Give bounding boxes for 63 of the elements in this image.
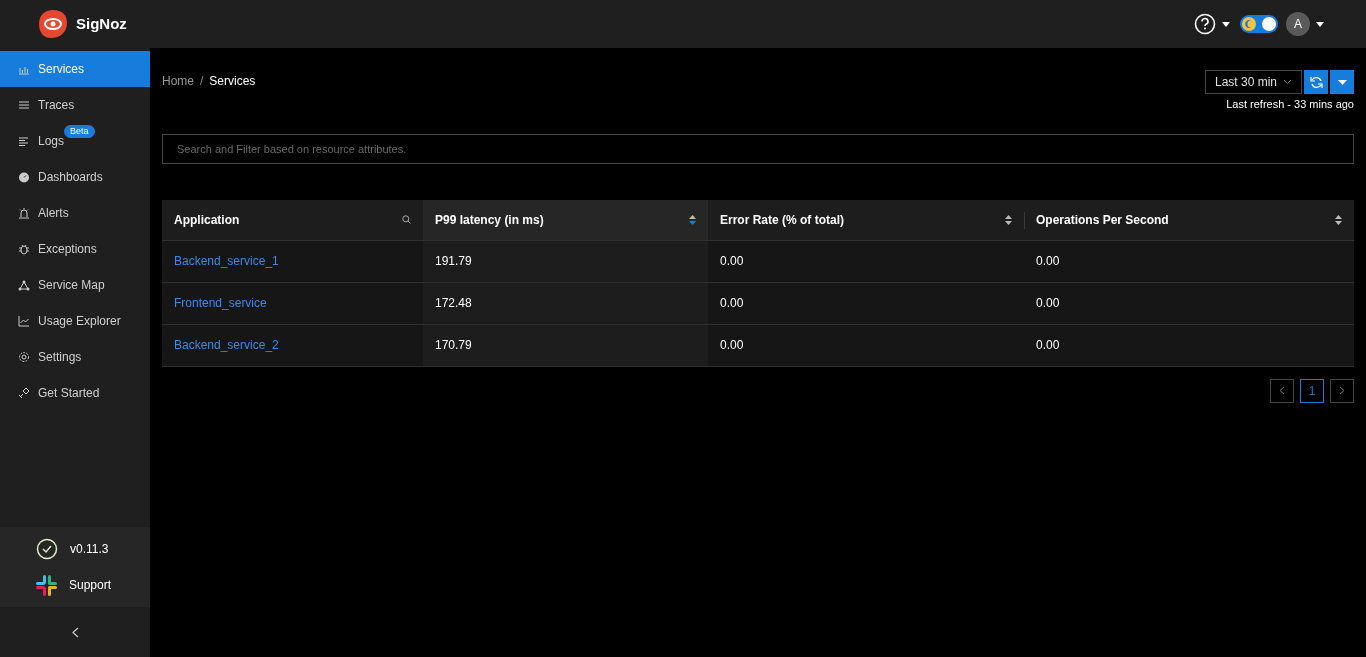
moon-icon — [1242, 17, 1256, 31]
table-cell-text: 0.00 — [1036, 295, 1060, 312]
chevron-icon — [1279, 386, 1285, 395]
table-cell-text: 0.00 — [720, 295, 744, 312]
sort-icon[interactable] — [1005, 214, 1012, 225]
time-range-select[interactable]: Last 30 min — [1204, 70, 1302, 94]
line-chart-icon — [18, 315, 30, 327]
search-field[interactable]: Search and Filter based on resource attributes. — [162, 133, 1354, 164]
sidebar-item[interactable]: Usage Explorer — [0, 303, 150, 339]
table-cell-text: 0.00 — [1036, 337, 1060, 354]
gauge-icon — [18, 171, 30, 183]
service-link[interactable]: Frontend_service — [174, 294, 267, 312]
chevron-icon — [1339, 386, 1345, 395]
sidebar-item[interactable]: Dashboards — [0, 159, 150, 195]
table-cell-text: 170.79 — [435, 337, 472, 354]
lines-icon — [18, 135, 30, 147]
list-icon — [18, 99, 30, 111]
table-cell-text: 0.00 — [720, 337, 744, 354]
refresh-button[interactable] — [1304, 70, 1328, 94]
bug-icon — [18, 243, 30, 255]
last-refresh-text: Last refresh - 33 mins ago — [1226, 97, 1354, 112]
caret-icon[interactable] — [1222, 21, 1230, 27]
caret-icon — [1337, 79, 1347, 85]
sidebar-item[interactable]: Exceptions — [0, 231, 150, 267]
theme-toggle[interactable] — [1240, 15, 1278, 33]
table-cell-text: 0.00 — [720, 253, 744, 270]
sidebar-item[interactable]: Services — [0, 51, 150, 87]
sort-icon[interactable] — [689, 214, 696, 225]
caret-icon[interactable] — [1316, 21, 1324, 27]
network-icon — [18, 279, 30, 291]
sidebar-item[interactable]: Get Started — [0, 375, 150, 411]
column-header[interactable]: P99 latency (in ms) — [423, 199, 708, 241]
service-link[interactable]: Backend_service_2 — [174, 336, 279, 354]
version-text: v0.11.3 — [70, 541, 109, 558]
user-avatar[interactable]: A — [1286, 12, 1310, 36]
slack-logo-icon — [36, 574, 57, 596]
sidebar-item[interactable]: Traces — [0, 87, 150, 123]
sort-icon[interactable] — [1335, 214, 1342, 225]
refresh-icon — [1309, 75, 1323, 89]
check-circle-icon — [36, 538, 58, 560]
app-name: SigNoz — [76, 13, 127, 34]
breadcrumb-separator: / — [200, 73, 204, 90]
sidebar-item[interactable]: Logs Beta — [0, 123, 150, 159]
sidebar-item[interactable]: Service Map — [0, 267, 150, 303]
service-link[interactable]: Backend_service_1 — [174, 252, 279, 270]
help-icon[interactable] — [1194, 13, 1216, 35]
chevron-down-icon — [1283, 79, 1292, 85]
table-cell-text: 191.79 — [435, 253, 472, 270]
sidebar-item[interactable]: Settings — [0, 339, 150, 375]
alarm-icon — [18, 207, 30, 219]
dropdown-button[interactable] — [1330, 70, 1354, 94]
page-button[interactable]: 1 — [1300, 378, 1324, 403]
link-icon — [18, 387, 30, 399]
support-link[interactable]: Support — [69, 576, 112, 594]
breadcrumb-link[interactable]: Home — [162, 72, 194, 90]
collapse-chevron-icon[interactable] — [71, 626, 79, 638]
table-cell-text: 172.48 — [435, 295, 472, 312]
beta-badge: Beta — [64, 125, 95, 138]
search-icon[interactable] — [402, 215, 411, 224]
sidebar-item[interactable]: Alerts — [0, 195, 150, 231]
table-cell-text: 0.00 — [1036, 253, 1060, 270]
eye-logo-icon — [38, 9, 68, 39]
gear-icon — [18, 351, 30, 363]
